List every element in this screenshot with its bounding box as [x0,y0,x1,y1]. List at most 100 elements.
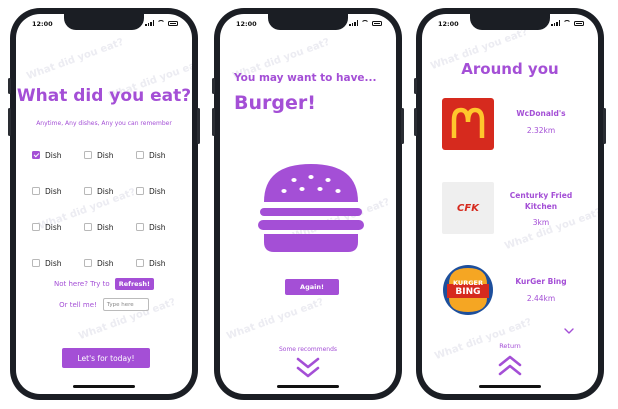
checkbox[interactable] [136,259,144,267]
chevron-down-icon[interactable] [564,328,574,335]
phone-frame-1: What did you eat? What did you eat? What… [8,8,200,400]
status-icons [551,20,584,26]
notch [64,14,144,30]
home-indicator [277,385,339,388]
dish-label: Dish [149,222,166,232]
dish-label: Dish [97,258,114,268]
checkbox[interactable] [84,259,92,267]
page-subtitle: Anytime, Any dishes, Any you can remembe… [36,120,172,127]
recommended-dish: Burger! [234,92,316,114]
restaurant-distance: 2.32km [526,126,556,135]
signal-icon [551,20,560,26]
dish-label: Dish [45,222,62,232]
checkbox[interactable] [84,151,92,159]
restaurant-item[interactable]: CFK Centurky Fried Kitchen 3km [442,182,582,236]
kfc-logo-icon: CFK [442,182,494,234]
restaurant-name: Centurky Fried Kitchen [509,191,573,212]
watermark: What did you eat? [25,36,126,83]
refresh-row: Not here? Try to Refresh! [16,278,192,290]
checkbox-checked[interactable] [32,151,40,159]
refresh-button[interactable]: Refresh! [114,278,155,290]
dish-label: Dish [97,150,114,160]
bk-logo-text-bottom: BING [455,287,481,298]
signal-icon [349,20,358,26]
signal-icon [145,20,154,26]
checkbox[interactable] [84,223,92,231]
dish-option[interactable]: Dish [84,258,136,268]
page-title: What did you eat? [16,86,192,106]
page-title: Around you [461,60,559,78]
home-indicator [479,385,541,388]
not-here-label: Not here? Try to [53,280,110,288]
dish-option[interactable]: Dish [136,150,182,160]
lets-for-today-button[interactable]: Let's for today! [62,348,150,368]
checkbox[interactable] [136,223,144,231]
bk-logo-wordmark: KURGER BING [442,279,494,298]
nearby-restaurants-screen: What did you eat? What did you eat? What… [422,14,598,394]
dish-option[interactable]: Dish [32,186,84,196]
home-indicator [73,385,135,388]
again-button[interactable]: Again! [285,279,339,295]
dish-label: Dish [45,258,62,268]
mcdonalds-logo-icon [442,98,494,150]
dish-option[interactable]: Dish [84,222,136,232]
battery-icon [574,20,584,26]
tell-me-label: Or tell me! [59,300,97,309]
restaurant-item[interactable]: WcDonald's 2.32km [442,98,582,152]
kfc-logo-text: CFK [457,202,479,214]
phone-frame-2: What did you eat? What did you eat? What… [212,8,404,400]
some-recommends-label: Some recommends [278,346,338,353]
recommendation-screen: What did you eat? What did you eat? What… [220,14,396,394]
double-chevron-up-icon[interactable] [498,354,522,376]
notch [268,14,348,30]
status-icons [145,20,178,26]
wifi-icon [361,20,369,26]
status-time: 12:00 [438,20,459,28]
status-time: 12:00 [32,20,53,28]
dish-label: Dish [97,186,114,196]
dish-option[interactable]: Dish [32,150,84,160]
restaurant-distance: 3km [532,218,550,227]
dish-selection-screen: What did you eat? What did you eat? What… [16,14,192,394]
dish-text-input[interactable]: Type here [102,298,149,311]
checkbox[interactable] [136,187,144,195]
checkbox[interactable] [32,259,40,267]
checkbox[interactable] [32,223,40,231]
recommendation-heading: You may want to have... [234,72,377,84]
bk-logo-text-top: KURGER [453,279,483,287]
battery-icon [372,20,382,26]
dish-option[interactable]: Dish [32,258,84,268]
status-time: 12:00 [236,20,257,28]
double-chevron-down-icon[interactable] [296,357,320,379]
wifi-icon [563,20,571,26]
dish-label: Dish [97,222,114,232]
dish-label: Dish [45,150,62,160]
restaurant-item[interactable]: KURGER BING KurGer Bing 2.44km [442,264,582,318]
dish-label: Dish [45,186,62,196]
dish-label: Dish [149,150,166,160]
dish-option[interactable]: Dish [136,222,182,232]
return-label: Return [499,342,521,350]
battery-icon [168,20,178,26]
status-icons [349,20,382,26]
restaurant-name: WcDonald's [516,109,566,118]
restaurant-distance: 2.44km [526,294,556,303]
dish-option[interactable]: Dish [136,258,182,268]
dish-grid: Dish Dish Dish Dish Dish Dish Dish Dish … [32,150,182,268]
dish-label: Dish [149,258,166,268]
checkbox[interactable] [136,151,144,159]
phone-frame-3: What did you eat? What did you eat? What… [414,8,606,400]
restaurant-name: KurGer Bing [515,277,567,286]
dish-option[interactable]: Dish [32,222,84,232]
dish-option[interactable]: Dish [84,186,136,196]
checkbox[interactable] [84,187,92,195]
tell-me-row: Or tell me! Type here [16,298,192,311]
checkbox[interactable] [32,187,40,195]
dish-option[interactable]: Dish [136,186,182,196]
dish-option[interactable]: Dish [84,150,136,160]
notch [470,14,550,30]
watermark: What did you eat? [225,296,326,343]
burger-icon [258,164,364,252]
dish-label: Dish [149,186,166,196]
wifi-icon [157,20,165,26]
